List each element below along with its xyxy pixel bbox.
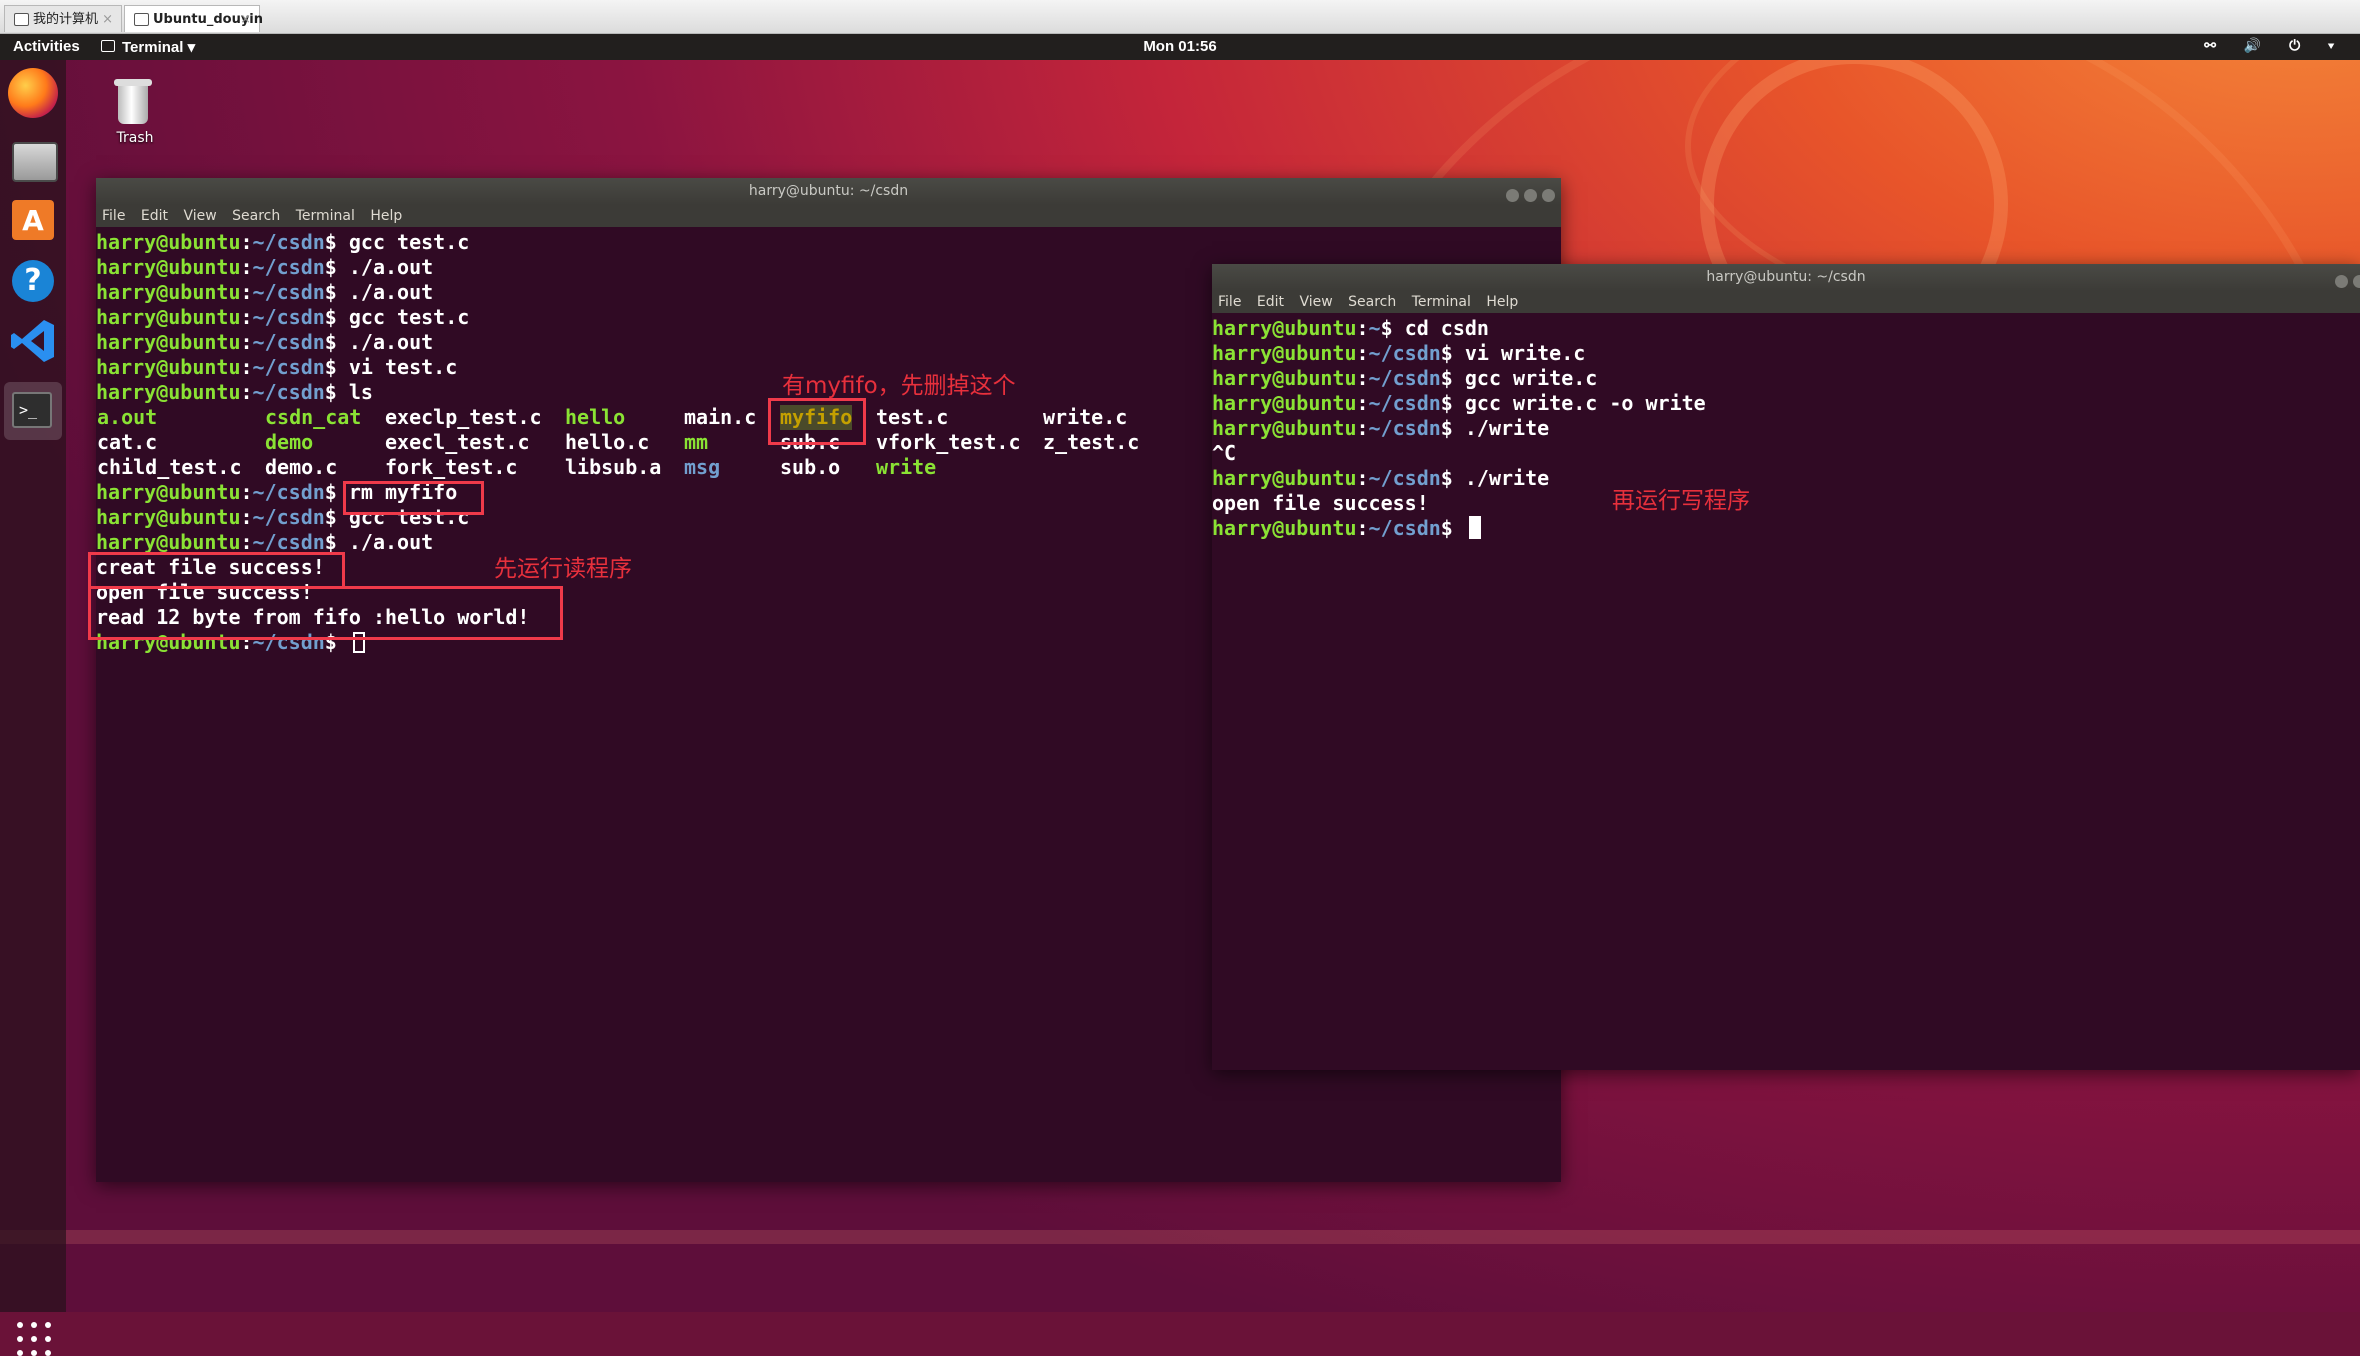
ls-entry: demo.c xyxy=(265,455,338,479)
files-icon[interactable] xyxy=(8,134,58,184)
terminal-icon[interactable]: >_ xyxy=(4,382,62,440)
terminal-line: harry@ubuntu:~/csdn$ gcc test.c xyxy=(96,305,470,329)
menu-edit[interactable]: Edit xyxy=(141,208,168,224)
terminal-line: harry@ubuntu:~/csdn$ ./a.out xyxy=(96,280,434,304)
ls-entry: hello xyxy=(565,405,626,429)
vm-tab-my-computer[interactable]: 我的计算机 × xyxy=(4,5,122,32)
minimize-icon[interactable] xyxy=(1506,189,1519,202)
maximize-icon[interactable] xyxy=(2353,275,2360,288)
window-title: harry@ubuntu: ~/csdn xyxy=(748,183,909,199)
ls-entry: a.out xyxy=(97,405,158,429)
close-icon[interactable] xyxy=(1542,189,1555,202)
output-line: open file success! xyxy=(1212,491,1429,515)
terminal-line: harry@ubuntu:~/csdn$ gcc test.c xyxy=(96,230,470,254)
menu-search[interactable]: Search xyxy=(232,208,280,224)
terminal-menubar: File Edit View Search Terminal Help xyxy=(96,205,1561,227)
menu-edit[interactable]: Edit xyxy=(1257,294,1284,310)
annotation-box-output xyxy=(88,586,563,640)
menu-file[interactable]: File xyxy=(1218,294,1241,310)
vm-tab-bar: 我的计算机 × Ubuntu_douyin × xyxy=(0,0,2360,34)
menu-terminal[interactable]: Terminal xyxy=(296,208,355,224)
ls-entry: execlp_test.c xyxy=(385,405,542,429)
annotation-read-first: 先运行读程序 xyxy=(494,556,632,582)
menu-view[interactable]: View xyxy=(183,208,216,224)
vm-tab-ubuntu-douyin[interactable]: Ubuntu_douyin × xyxy=(124,5,263,33)
terminal-line: harry@ubuntu:~$ cd csdn xyxy=(1212,316,1489,340)
help-icon[interactable]: ? xyxy=(8,256,58,306)
ls-entry: mm xyxy=(684,430,709,454)
annotation-box-rm xyxy=(343,481,484,515)
system-tray[interactable]: ⚯ 🔊 ⏻ ▾ xyxy=(2204,37,2346,54)
close-icon[interactable]: × xyxy=(240,6,251,33)
terminal-line: harry@ubuntu:~/csdn$ xyxy=(1212,516,1481,541)
vscode-icon[interactable] xyxy=(8,316,58,366)
window-title: harry@ubuntu: ~/csdn xyxy=(1706,269,1866,285)
ls-entry: test.c xyxy=(876,405,949,429)
text-cursor xyxy=(1468,516,1481,539)
terminal-line: harry@ubuntu:~/csdn$ ./a.out xyxy=(96,255,434,279)
vm-icon xyxy=(134,13,149,26)
wallpaper-band xyxy=(0,1230,2360,1244)
terminal-line: harry@ubuntu:~/csdn$ gcc write.c xyxy=(1212,366,1598,390)
clock[interactable]: Mon 01:56 xyxy=(0,38,2360,55)
trash-label: Trash xyxy=(116,130,154,146)
ls-entry: main.c xyxy=(684,405,757,429)
ls-entry: sub.o xyxy=(780,455,841,479)
terminal-menubar: File Edit View Search Terminal Help xyxy=(1212,291,2360,313)
terminal-line: harry@ubuntu:~/csdn$ gcc write.c -o writ… xyxy=(1212,391,1706,415)
close-icon[interactable]: × xyxy=(102,6,113,33)
ls-entry: csdn_cat xyxy=(265,405,362,429)
window-titlebar[interactable]: harry@ubuntu: ~/csdn xyxy=(96,178,1561,205)
ls-entry: libsub.a xyxy=(565,455,662,479)
software-center-icon[interactable]: A xyxy=(8,194,58,244)
ls-entry: vfork_test.c xyxy=(876,430,1021,454)
terminal-line: harry@ubuntu:~/csdn$ vi write.c xyxy=(1212,341,1586,365)
terminal-line: harry@ubuntu:~/csdn$ vi test.c xyxy=(96,355,458,379)
menu-help[interactable]: Help xyxy=(370,208,402,224)
menu-terminal[interactable]: Terminal xyxy=(1412,294,1471,310)
terminal-line: harry@ubuntu:~/csdn$ ls xyxy=(96,380,373,404)
terminal-body[interactable]: harry@ubuntu:~$ cd csdn harry@ubuntu:~/c… xyxy=(1212,313,2360,1070)
ls-entry: write.c xyxy=(1043,405,1128,429)
output-line: ^C xyxy=(1212,441,1237,465)
computer-icon xyxy=(14,13,29,26)
minimize-icon[interactable] xyxy=(2335,275,2348,288)
ls-entry: cat.c xyxy=(97,430,158,454)
ls-entry: child_test.c xyxy=(97,455,242,479)
terminal-line: harry@ubuntu:~/csdn$ ./write xyxy=(1212,416,1550,440)
vm-tab-label: 我的计算机 xyxy=(33,12,99,27)
firefox-icon[interactable] xyxy=(8,68,58,118)
menu-search[interactable]: Search xyxy=(1348,294,1396,310)
terminal-window-writer[interactable]: harry@ubuntu: ~/csdn File Edit View Sear… xyxy=(1212,264,2360,1070)
maximize-icon[interactable] xyxy=(1524,189,1537,202)
gnome-top-bar: Activities Terminal ▾ Mon 01:56 ⚯ 🔊 ⏻ ▾ xyxy=(0,34,2360,60)
terminal-line: harry@ubuntu:~/csdn$ ./write xyxy=(1212,466,1550,490)
menu-view[interactable]: View xyxy=(1299,294,1332,310)
ls-entry: msg xyxy=(684,455,721,479)
ls-entry: fork_test.c xyxy=(385,455,518,479)
terminal-line: harry@ubuntu:~/csdn$ ./a.out xyxy=(96,330,434,354)
annotation-myfifo-note: 有myfifo，先删掉这个 xyxy=(782,373,1016,399)
ls-entry: z_test.c xyxy=(1043,430,1140,454)
annotation-write-next: 再运行写程序 xyxy=(1612,488,1750,514)
window-titlebar[interactable]: harry@ubuntu: ~/csdn xyxy=(1212,264,2360,291)
menu-file[interactable]: File xyxy=(102,208,125,224)
menu-help[interactable]: Help xyxy=(1486,294,1518,310)
ls-entry: execl_test.c xyxy=(385,430,530,454)
ls-entry: write xyxy=(876,455,937,479)
show-applications-icon[interactable] xyxy=(17,1322,51,1356)
annotation-box-myfifo xyxy=(768,398,866,445)
ls-entry: hello.c xyxy=(565,430,650,454)
annotation-box-creat xyxy=(88,552,345,589)
ls-entry: demo xyxy=(265,430,314,454)
dock: A ? >_ xyxy=(0,60,66,1356)
